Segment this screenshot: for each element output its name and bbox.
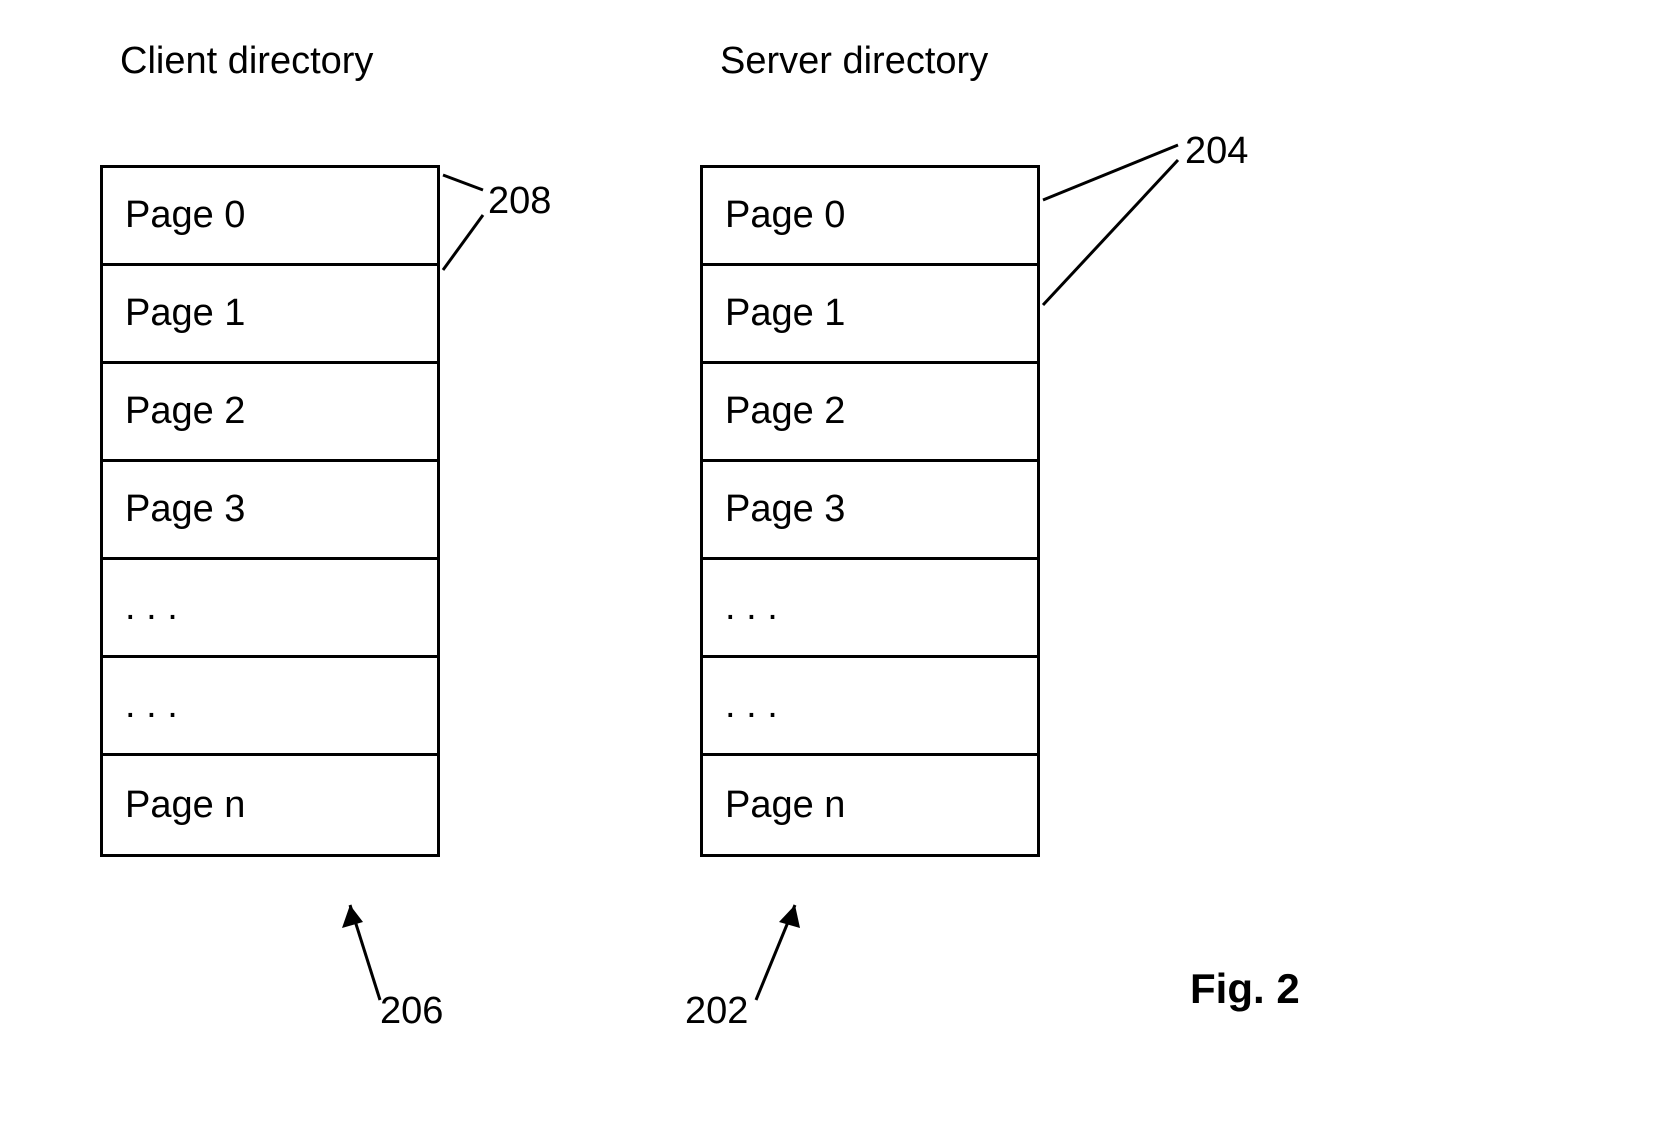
reference-202: 202 xyxy=(685,990,748,1033)
reference-204: 204 xyxy=(1185,130,1248,173)
server-directory-title: Server directory xyxy=(720,40,988,83)
client-page-row: Page 3 xyxy=(103,462,437,560)
client-page-row: Page n xyxy=(103,756,437,854)
server-page-row: Page 0 xyxy=(703,168,1037,266)
client-directory-box: Page 0 Page 1 Page 2 Page 3 . . . . . . … xyxy=(100,165,440,857)
server-page-row: Page n xyxy=(703,756,1037,854)
client-page-row: Page 1 xyxy=(103,266,437,364)
server-page-row: Page 3 xyxy=(703,462,1037,560)
server-page-row: Page 1 xyxy=(703,266,1037,364)
server-directory-box: Page 0 Page 1 Page 2 Page 3 . . . . . . … xyxy=(700,165,1040,857)
client-page-row: . . . xyxy=(103,560,437,658)
diagram-figure-2: Client directory Server directory Page 0… xyxy=(0,0,1658,1141)
reference-206: 206 xyxy=(380,990,443,1033)
server-page-row: . . . xyxy=(703,560,1037,658)
server-page-row: Page 2 xyxy=(703,364,1037,462)
client-page-row: Page 0 xyxy=(103,168,437,266)
client-page-row: . . . xyxy=(103,658,437,756)
client-page-row: Page 2 xyxy=(103,364,437,462)
server-page-row: . . . xyxy=(703,658,1037,756)
reference-208: 208 xyxy=(488,180,551,223)
client-directory-title: Client directory xyxy=(120,40,373,83)
figure-label: Fig. 2 xyxy=(1190,965,1300,1013)
